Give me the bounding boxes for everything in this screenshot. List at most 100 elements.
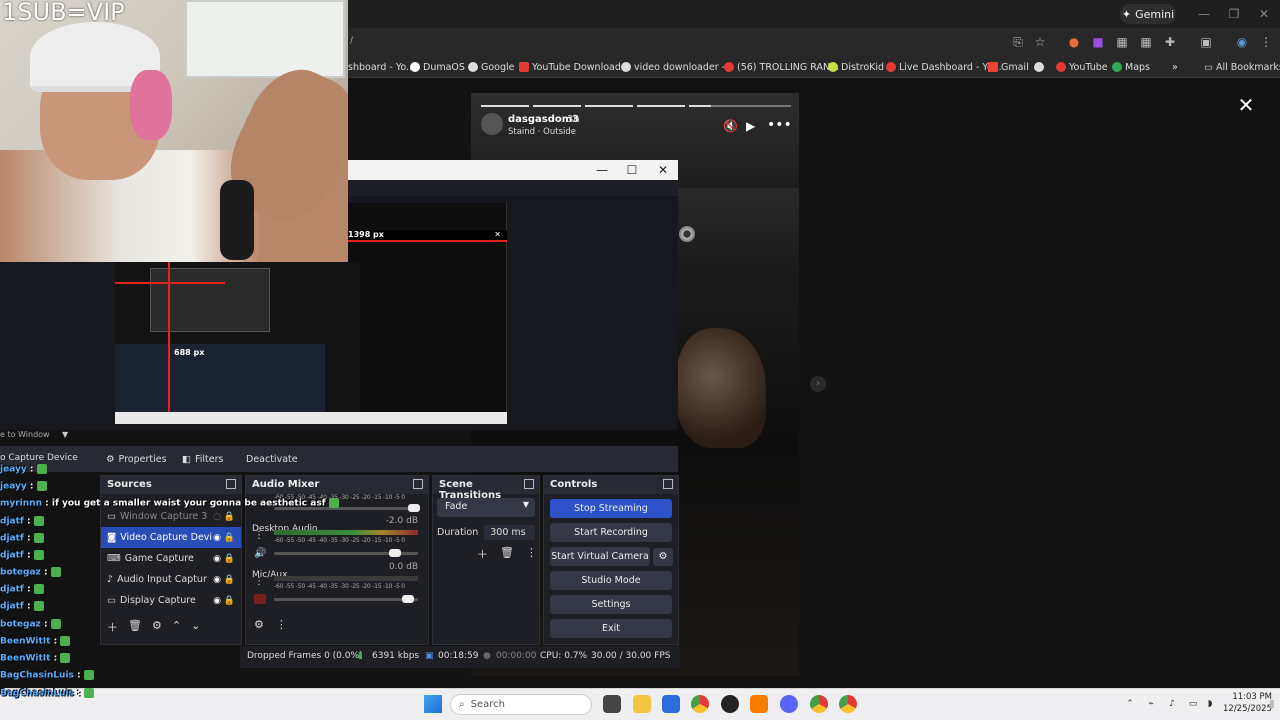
sidepanel-icon[interactable]: ▣ xyxy=(1198,34,1214,50)
virtual-camera-settings-icon[interactable]: ⚙ xyxy=(653,548,673,566)
more-bookmarks-button[interactable]: » xyxy=(1172,56,1178,78)
channel-menu-icon[interactable]: ⋮ xyxy=(254,576,264,587)
chevron-down-icon[interactable]: ▼ xyxy=(62,430,68,439)
gear-icon[interactable]: ⚙ xyxy=(152,619,162,635)
eye-icon[interactable]: ◉ xyxy=(213,575,221,585)
lock-icon[interactable]: 🔒 xyxy=(224,575,235,585)
extension-icon[interactable]: ▦ xyxy=(1114,34,1130,50)
trash-icon[interactable]: 🗑 xyxy=(500,546,514,562)
bookmark-item[interactable]: DumaOS xyxy=(410,56,465,78)
bookmark-item[interactable]: (56) TROLLING RAN... xyxy=(724,56,839,78)
chevron-up-icon[interactable]: ⌃ xyxy=(1124,698,1136,710)
mute-icon[interactable]: 🔇 xyxy=(723,119,738,133)
battery-icon[interactable]: ▭ xyxy=(1187,698,1199,710)
install-icon[interactable]: ⎘ xyxy=(1010,34,1026,50)
lock-icon[interactable]: 🔒 xyxy=(224,596,235,606)
muted-speaker-icon[interactable] xyxy=(254,594,266,604)
minimize-button[interactable]: — xyxy=(1192,4,1216,24)
deactivate-button[interactable]: Deactivate xyxy=(240,450,304,468)
eye-icon[interactable]: ◉ xyxy=(213,596,221,606)
source-item[interactable]: ▭ Window Capture 3 ◌ 🔒 xyxy=(101,506,241,527)
lock-icon[interactable]: 🔒 xyxy=(224,533,235,543)
bookmark-item[interactable]: DistroKid xyxy=(828,56,884,78)
close-icon[interactable]: ✕ xyxy=(1236,95,1256,115)
source-item[interactable]: ▭ Display Capture ◉ 🔒 xyxy=(101,590,241,611)
show-desktop-button[interactable] xyxy=(1270,700,1274,708)
chrome-icon[interactable] xyxy=(691,695,709,713)
source-item[interactable]: ♪ Audio Input Captur ◉ 🔒 xyxy=(101,569,241,590)
app-icon[interactable] xyxy=(750,695,768,713)
obs-close-button[interactable]: ✕ xyxy=(648,160,678,180)
taskbar-clock[interactable]: 11:03 PM 12/25/2025 xyxy=(1222,691,1272,715)
volume-slider[interactable] xyxy=(274,549,418,557)
bookmark-item[interactable]: YouTube xyxy=(1056,56,1108,78)
source-item[interactable]: ◙ Video Capture Devi ◉ 🔒 xyxy=(101,527,241,548)
lock-icon[interactable]: 🔒 xyxy=(224,512,235,522)
exit-button[interactable]: Exit xyxy=(550,619,672,638)
stop-streaming-button[interactable]: Stop Streaming xyxy=(550,499,672,518)
kebab-menu-icon[interactable]: ⋮ xyxy=(276,618,287,631)
obs-maximize-button[interactable]: ☐ xyxy=(617,160,647,180)
gemini-button[interactable]: ✦ Gemini xyxy=(1120,4,1176,24)
mic-icon[interactable]: ♪ xyxy=(1166,698,1178,710)
store-icon[interactable] xyxy=(662,695,680,713)
bookmark-item[interactable]: Gmail xyxy=(988,56,1029,78)
obs-icon[interactable] xyxy=(721,695,739,713)
properties-button[interactable]: ⚙ Properties xyxy=(100,450,173,468)
speaker-icon[interactable]: 🔊 xyxy=(254,548,266,559)
bookmark-item[interactable]: shboard - Yo... xyxy=(348,56,415,78)
bookmark-item[interactable]: Google xyxy=(468,56,515,78)
add-icon[interactable]: ＋ xyxy=(107,619,118,635)
kebab-menu-icon[interactable]: ⋮ xyxy=(1258,34,1274,50)
resize-to-window-label[interactable]: e to Window xyxy=(0,430,50,439)
chrome-icon[interactable] xyxy=(839,695,857,713)
play-icon[interactable]: ▶ xyxy=(746,119,755,133)
start-virtual-camera-button[interactable]: Start Virtual Camera xyxy=(550,547,650,566)
extension-icon[interactable]: ■ xyxy=(1090,34,1106,50)
discord-icon[interactable] xyxy=(780,695,798,713)
bookmark-item[interactable] xyxy=(1034,56,1044,78)
maximize-button[interactable]: ❐ xyxy=(1222,4,1246,24)
story-song[interactable]: Staind · Outside xyxy=(508,127,576,137)
profile-avatar[interactable]: ◉ xyxy=(1234,34,1250,50)
hidden-eye-icon[interactable]: ◌ xyxy=(213,512,221,522)
close-window-button[interactable]: ✕ xyxy=(1252,4,1276,24)
channel-menu-icon[interactable]: ⋮ xyxy=(254,530,264,541)
studio-mode-button[interactable]: Studio Mode xyxy=(550,571,672,590)
add-icon[interactable]: ＋ xyxy=(477,546,488,562)
kebab-menu-icon[interactable]: ⋮ xyxy=(526,546,537,562)
eye-icon[interactable]: ◉ xyxy=(213,533,221,543)
chevron-up-icon[interactable]: ⌃ xyxy=(172,619,181,635)
duration-input[interactable]: 300 ms xyxy=(484,525,535,540)
bookmark-item[interactable]: YouTube Download... xyxy=(519,56,630,78)
bookmark-item[interactable]: Maps xyxy=(1112,56,1150,78)
eye-icon[interactable]: ◉ xyxy=(213,554,221,564)
more-icon[interactable]: ••• xyxy=(767,117,792,133)
popout-icon[interactable] xyxy=(663,479,673,489)
source-item[interactable]: ⌨ Game Capture ◉ 🔒 xyxy=(101,548,241,569)
trash-icon[interactable]: 🗑 xyxy=(128,619,142,635)
chevron-down-icon[interactable]: ⌄ xyxy=(191,619,200,635)
address-bar-text[interactable]: / xyxy=(350,36,353,46)
transition-select[interactable]: Fade ▼ xyxy=(437,498,535,517)
link-icon[interactable]: ⚙ xyxy=(254,618,264,631)
start-recording-button[interactable]: Start Recording xyxy=(550,523,672,542)
filters-button[interactable]: ◧ Filters xyxy=(176,450,229,468)
popout-icon[interactable] xyxy=(226,479,236,489)
chrome-icon[interactable] xyxy=(810,695,828,713)
popout-icon[interactable] xyxy=(413,479,423,489)
volume-slider[interactable] xyxy=(274,595,418,603)
avatar[interactable] xyxy=(481,113,503,135)
taskbar-search[interactable]: ⌕ Search xyxy=(450,694,592,715)
file-explorer-icon[interactable] xyxy=(633,695,651,713)
task-view-icon[interactable] xyxy=(603,695,621,713)
lock-icon[interactable]: 🔒 xyxy=(224,554,235,564)
bookmark-item[interactable]: Live Dashboard - Yo... xyxy=(886,56,1002,78)
popout-icon[interactable] xyxy=(524,479,534,489)
volume-icon[interactable]: ◗ xyxy=(1204,698,1216,710)
obs-minimize-button[interactable]: — xyxy=(587,160,617,180)
extension-icon[interactable]: ● xyxy=(1066,34,1082,50)
start-button[interactable] xyxy=(424,695,442,713)
settings-button[interactable]: Settings xyxy=(550,595,672,614)
network-icon[interactable]: ⌁ xyxy=(1145,698,1157,710)
